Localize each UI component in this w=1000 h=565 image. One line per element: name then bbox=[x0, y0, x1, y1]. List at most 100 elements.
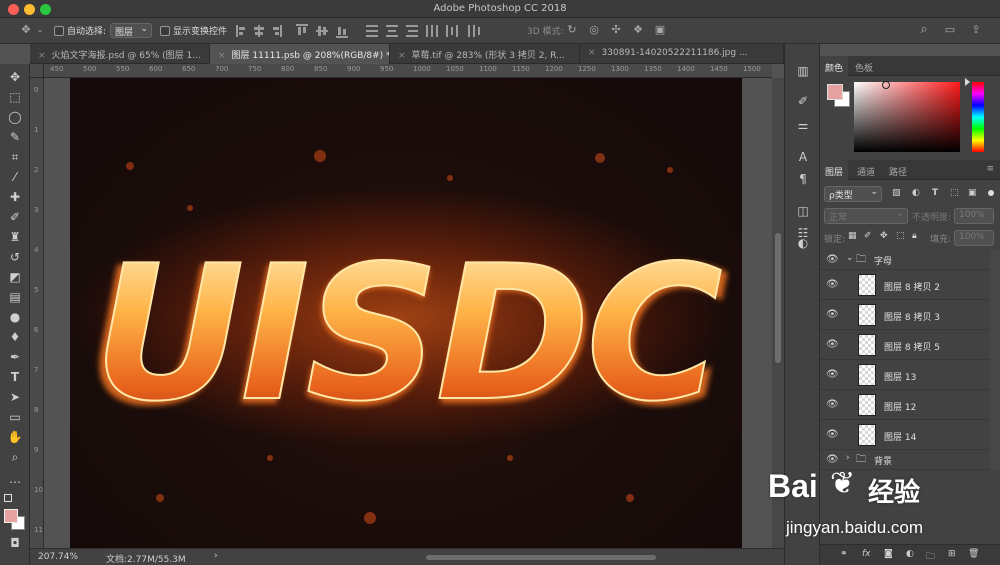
marquee-tool-icon[interactable]: ⬚ bbox=[6, 88, 24, 106]
3d-scale-icon[interactable]: ▣ bbox=[654, 24, 666, 36]
eye-icon[interactable]: 👁︎ bbox=[826, 339, 839, 351]
tab-flame-poster[interactable]: × 火焰文字海报.psd @ 65% (图层 1... bbox=[30, 44, 210, 64]
path-select-tool-icon[interactable]: ➤ bbox=[6, 388, 24, 406]
eye-icon[interactable]: 👁︎ bbox=[826, 254, 839, 266]
layer-row[interactable]: 👁︎ 图层 13 bbox=[820, 360, 990, 390]
layer-row[interactable]: 👁︎ 图层 14 bbox=[820, 420, 990, 450]
layer-row[interactable]: 👁︎ 图层 8 拷贝 5 bbox=[820, 330, 990, 360]
search-icon[interactable]: ⌕ bbox=[918, 23, 930, 36]
eye-icon[interactable]: 👁︎ bbox=[826, 429, 839, 441]
default-colors-icon[interactable] bbox=[4, 494, 12, 502]
blend-mode-dropdown[interactable]: 正常 ⌄ bbox=[824, 208, 908, 224]
panel-menu-icon[interactable]: ≡ bbox=[986, 164, 994, 174]
layer-filter-dropdown[interactable]: ρ类型 ⌄ bbox=[824, 186, 882, 202]
3d-slide-icon[interactable]: ❖ bbox=[632, 24, 644, 36]
stamp-tool-icon[interactable]: ♜ bbox=[6, 228, 24, 246]
hue-slider[interactable] bbox=[972, 82, 984, 152]
chevron-down-icon[interactable]: ⌄ bbox=[34, 24, 46, 36]
blur-tool-icon[interactable]: ● bbox=[6, 308, 24, 326]
ruler-origin[interactable] bbox=[30, 64, 44, 78]
move-tool-icon[interactable]: ✥ bbox=[6, 68, 24, 86]
lock-position-icon[interactable]: ✥ bbox=[880, 231, 888, 241]
tab-swatches[interactable]: 色板 bbox=[850, 56, 878, 76]
adjustments-icon[interactable]: ⚌ bbox=[794, 116, 812, 134]
tab-current-document[interactable]: × 图层 11111.psb @ 208%(RGB/8#) * bbox=[210, 44, 390, 64]
filter-shape-icon[interactable]: ⬚ bbox=[950, 188, 959, 198]
auto-select-checkbox[interactable] bbox=[54, 26, 64, 36]
styles-icon[interactable]: ◐ bbox=[794, 234, 812, 252]
show-transform-checkbox[interactable] bbox=[160, 26, 170, 36]
eye-icon[interactable]: 👁︎ bbox=[826, 399, 839, 411]
workspace-icon[interactable]: ▭ bbox=[944, 24, 956, 36]
layer-mask-icon[interactable]: ◙ bbox=[884, 549, 893, 559]
close-tab-icon[interactable]: × bbox=[398, 51, 406, 61]
layers-scrollbar[interactable] bbox=[990, 250, 1000, 470]
type-tool-icon[interactable]: T bbox=[6, 368, 24, 386]
brush-tool-icon[interactable]: ✐ bbox=[6, 208, 24, 226]
crop-tool-icon[interactable]: ⌗ bbox=[6, 148, 24, 166]
share-icon[interactable]: ⇪ bbox=[970, 24, 982, 36]
tab-channels[interactable]: 通道 bbox=[852, 160, 880, 180]
filter-adjust-icon[interactable]: ◐ bbox=[912, 188, 920, 198]
eye-icon[interactable]: 👁︎ bbox=[826, 279, 839, 291]
character-panel-icon[interactable]: A bbox=[794, 148, 812, 166]
healing-tool-icon[interactable]: ✚ bbox=[6, 188, 24, 206]
tab-jpg-image[interactable]: × 330891-14020522211186.jpg ... bbox=[580, 44, 784, 64]
close-tab-icon[interactable]: × bbox=[38, 51, 46, 61]
layer-row[interactable]: 👁︎ 图层 8 拷贝 2 bbox=[820, 270, 990, 300]
tab-layers[interactable]: 图层 bbox=[820, 160, 849, 180]
auto-select-dropdown[interactable]: 图层 ⌄ bbox=[110, 23, 152, 38]
color-picker-field[interactable] bbox=[854, 82, 960, 152]
new-group-icon[interactable]: 🗀︎ bbox=[926, 549, 935, 565]
link-layers-icon[interactable]: ⚭ bbox=[840, 549, 848, 559]
hue-slider-handle[interactable] bbox=[965, 78, 970, 86]
history-brush-tool-icon[interactable]: ↺ bbox=[6, 248, 24, 266]
lock-all-icon[interactable]: 🔒︎ bbox=[912, 231, 917, 241]
lock-artboard-icon[interactable]: ⬚ bbox=[896, 231, 905, 241]
hand-tool-icon[interactable]: ✋ bbox=[6, 428, 24, 446]
more-tools-icon[interactable]: … bbox=[6, 470, 24, 488]
history-panel-icon[interactable]: ▥ bbox=[794, 62, 812, 80]
filter-toggle[interactable] bbox=[988, 190, 994, 196]
filter-smart-icon[interactable]: ▣ bbox=[968, 188, 977, 198]
foreground-color-swatch[interactable] bbox=[4, 509, 18, 523]
3d-rotate-icon[interactable]: ↻ bbox=[566, 24, 578, 36]
opacity-input[interactable]: 100% bbox=[954, 208, 994, 224]
horizontal-ruler[interactable]: 450 500 550 600 650 700 750 800 850 900 950 1000 105… bbox=[44, 64, 772, 78]
fill-input[interactable]: 100% bbox=[954, 230, 994, 246]
tab-color[interactable]: 颜色 bbox=[820, 56, 849, 76]
scroll-thumb[interactable] bbox=[775, 233, 781, 363]
document-canvas[interactable]: UISDC UISDC bbox=[70, 78, 742, 548]
close-tab-icon[interactable]: × bbox=[588, 48, 596, 58]
zoom-tool-icon[interactable]: ⌕ bbox=[6, 448, 24, 466]
quick-mask-icon[interactable]: ◘ bbox=[6, 534, 24, 552]
3d-roll-icon[interactable]: ◎ bbox=[588, 24, 600, 36]
align-icons[interactable] bbox=[236, 24, 496, 38]
pen-tool-icon[interactable]: ✒ bbox=[6, 348, 24, 366]
adjustment-layer-icon[interactable]: ◐ bbox=[906, 549, 914, 559]
layer-style-icon[interactable]: fx bbox=[862, 549, 871, 559]
layer-row[interactable]: 👁︎ 图层 8 拷贝 3 bbox=[820, 300, 990, 330]
eraser-tool-icon[interactable]: ◩ bbox=[6, 268, 24, 286]
lock-paint-icon[interactable]: ✐ bbox=[864, 231, 872, 241]
tab-strawberry[interactable]: × 草莓.tif @ 283% (形状 3 拷贝 2, R... bbox=[390, 44, 580, 64]
zoom-level[interactable]: 207.74% bbox=[38, 552, 78, 562]
dodge-tool-icon[interactable]: ♦ bbox=[6, 328, 24, 346]
eye-icon[interactable]: 👁︎ bbox=[826, 369, 839, 381]
brush-settings-icon[interactable]: ✐ bbox=[794, 92, 812, 110]
gradient-tool-icon[interactable]: ▤ bbox=[6, 288, 24, 306]
vertical-ruler[interactable]: 0 1 2 3 4 5 6 7 8 9 10 11 bbox=[30, 78, 44, 548]
delete-layer-icon[interactable]: 🗑︎ bbox=[968, 549, 979, 559]
layer-row[interactable]: 👁︎ 图层 12 bbox=[820, 390, 990, 420]
quick-select-tool-icon[interactable]: ✎ bbox=[6, 128, 24, 146]
lock-transparent-icon[interactable]: ▦ bbox=[848, 231, 857, 241]
libraries-icon[interactable]: ◫ bbox=[794, 202, 812, 220]
eyedropper-tool-icon[interactable]: ⁄ bbox=[6, 168, 24, 186]
horizontal-scrollbar-thumb[interactable] bbox=[426, 555, 656, 560]
move-tool-preset-icon[interactable]: ✥ bbox=[16, 24, 36, 36]
eye-icon[interactable]: 👁︎ bbox=[826, 309, 839, 321]
color-picker-cursor[interactable] bbox=[882, 81, 890, 89]
new-layer-icon[interactable]: ⊞ bbox=[948, 549, 956, 559]
paragraph-panel-icon[interactable]: ¶ bbox=[794, 170, 812, 188]
layer-group-row[interactable]: 👁︎ ⌄ 🗀︎ 字母 bbox=[820, 250, 990, 270]
